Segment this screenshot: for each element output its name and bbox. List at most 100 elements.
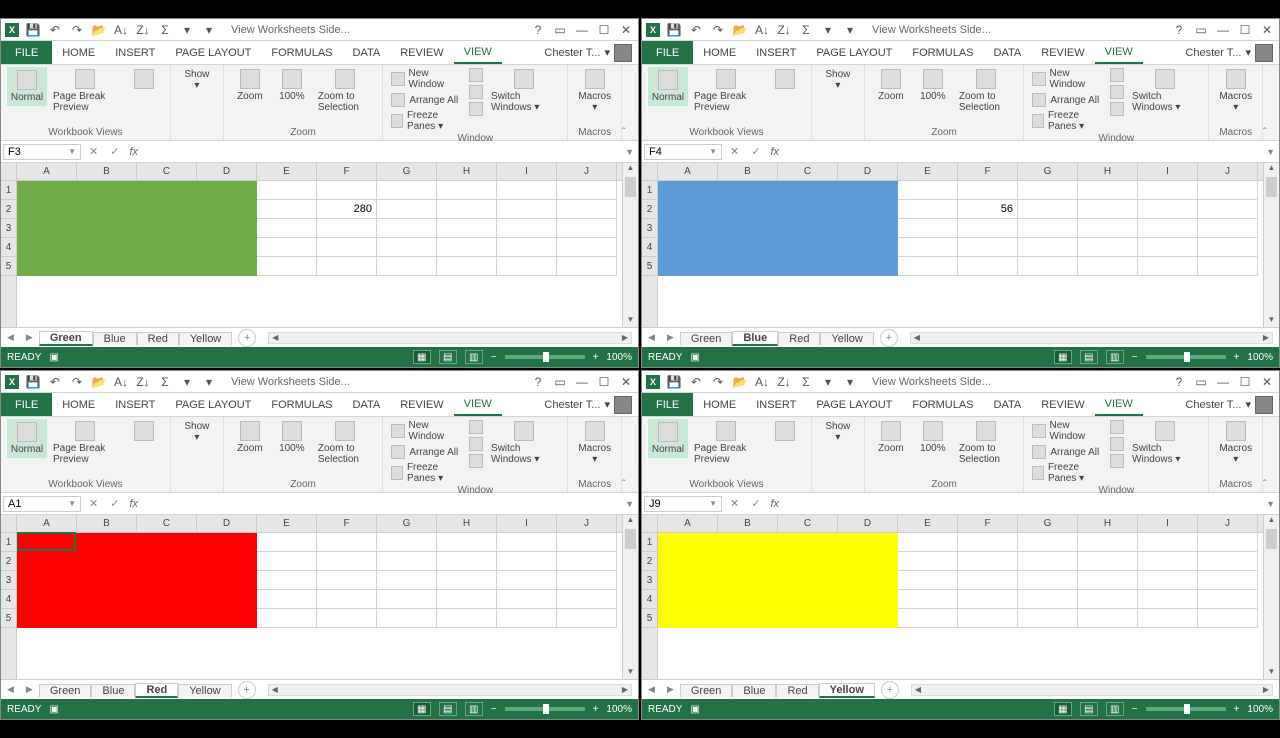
row-header-1[interactable]: 1 bbox=[1, 533, 16, 552]
cell-H2[interactable] bbox=[437, 200, 497, 219]
cancel-icon[interactable] bbox=[724, 145, 745, 158]
col-header-D[interactable]: D bbox=[197, 163, 257, 180]
cell-E1[interactable] bbox=[257, 181, 317, 200]
horizontal-scrollbar[interactable]: ◀ ▶ bbox=[910, 332, 1273, 344]
col-header-A[interactable]: A bbox=[17, 515, 77, 532]
cell-F1[interactable] bbox=[958, 533, 1018, 552]
col-header-B[interactable]: B bbox=[718, 163, 778, 180]
macros-button[interactable]: Macros▾ bbox=[1215, 419, 1256, 467]
scroll-up-icon[interactable]: ▲ bbox=[623, 515, 638, 527]
macros-button[interactable]: Macros▾ bbox=[574, 67, 615, 115]
unhide-button[interactable] bbox=[467, 453, 485, 469]
switch-windows-button[interactable]: Switch Windows ▾ bbox=[1128, 67, 1202, 115]
freeze-panes-button[interactable]: Freeze Panes ▾ bbox=[389, 109, 465, 133]
cell-I2[interactable] bbox=[1138, 200, 1198, 219]
cell-E4[interactable] bbox=[257, 590, 317, 609]
cell-I3[interactable] bbox=[1138, 571, 1198, 590]
col-header-E[interactable]: E bbox=[898, 515, 958, 532]
new-window-button[interactable]: New Window bbox=[389, 419, 465, 443]
row-header-5[interactable]: 5 bbox=[1, 609, 16, 628]
col-header-E[interactable]: E bbox=[898, 163, 958, 180]
ribbon-tab-insert[interactable]: INSERT bbox=[105, 393, 165, 416]
row-header-2[interactable]: 2 bbox=[642, 200, 657, 219]
page-break-preview-button[interactable]: Page Break Preview bbox=[690, 67, 763, 115]
cell-F5[interactable] bbox=[958, 257, 1018, 276]
cell-G2[interactable] bbox=[1018, 200, 1078, 219]
new-sheet-button[interactable]: + bbox=[238, 329, 256, 347]
freeze-panes-button[interactable]: Freeze Panes ▾ bbox=[1030, 461, 1106, 485]
col-header-B[interactable]: B bbox=[718, 515, 778, 532]
hide-button[interactable] bbox=[1108, 84, 1126, 100]
zoom-slider[interactable] bbox=[505, 355, 585, 359]
name-box[interactable]: F4▼ bbox=[644, 144, 722, 160]
sheet-tab-blue[interactable]: Blue bbox=[91, 684, 135, 697]
row-header-3[interactable]: 3 bbox=[1, 219, 16, 238]
page-break-view-icon[interactable]: ▥ bbox=[465, 350, 483, 364]
sheet-tab-yellow[interactable]: Yellow bbox=[819, 683, 875, 698]
cell-I1[interactable] bbox=[497, 181, 557, 200]
normal-view-button[interactable]: Normal bbox=[648, 419, 688, 458]
col-header-J[interactable]: J bbox=[557, 163, 617, 180]
qat-customize-icon[interactable]: ▾ bbox=[842, 22, 858, 38]
cell-F3[interactable] bbox=[317, 219, 377, 238]
sheet-nav-prev-icon[interactable]: ◀ bbox=[642, 332, 661, 343]
macro-record-icon[interactable]: ▣ bbox=[49, 704, 58, 715]
row-header-2[interactable]: 2 bbox=[642, 552, 657, 571]
split-button[interactable] bbox=[1108, 419, 1126, 435]
sort-asc-icon[interactable]: A↓ bbox=[754, 374, 770, 390]
cell-F1[interactable] bbox=[317, 181, 377, 200]
cell-G4[interactable] bbox=[377, 590, 437, 609]
maximize-icon[interactable]: ☐ bbox=[1237, 374, 1253, 390]
close-icon[interactable]: ✕ bbox=[1259, 22, 1275, 38]
ribbon-tab-view[interactable]: VIEW bbox=[454, 393, 502, 416]
cell-H3[interactable] bbox=[1078, 219, 1138, 238]
cell-I3[interactable] bbox=[497, 219, 557, 238]
cell-E5[interactable] bbox=[257, 609, 317, 628]
switch-windows-button[interactable]: Switch Windows ▾ bbox=[487, 67, 561, 115]
col-header-J[interactable]: J bbox=[1198, 515, 1258, 532]
zoom-100-button[interactable]: 100% bbox=[272, 67, 312, 104]
show-button[interactable]: Show▾ bbox=[177, 419, 217, 445]
cell-H5[interactable] bbox=[1078, 609, 1138, 628]
zoom-level[interactable]: 100% bbox=[606, 352, 632, 363]
zoom-level[interactable]: 100% bbox=[1247, 704, 1273, 715]
cell-J5[interactable] bbox=[557, 609, 617, 628]
page-break-preview-button[interactable]: Page Break Preview bbox=[49, 419, 122, 467]
cell-J1[interactable] bbox=[1198, 181, 1258, 200]
hscroll-right-icon[interactable]: ▶ bbox=[1260, 333, 1272, 343]
new-window-button[interactable]: New Window bbox=[1030, 419, 1106, 443]
zoom-out-icon[interactable]: − bbox=[491, 352, 497, 363]
sheet-tab-yellow[interactable]: Yellow bbox=[820, 332, 873, 345]
zoom-in-icon[interactable]: + bbox=[1234, 352, 1240, 363]
scroll-thumb[interactable] bbox=[625, 529, 636, 549]
sheet-tab-red[interactable]: Red bbox=[135, 683, 178, 698]
sheet-nav-next-icon[interactable]: ▶ bbox=[20, 332, 39, 343]
cell-J3[interactable] bbox=[1198, 571, 1258, 590]
ribbon-tab-view[interactable]: VIEW bbox=[1095, 393, 1143, 416]
cell-I2[interactable] bbox=[497, 552, 557, 571]
ribbon-tab-formulas[interactable]: FORMULAS bbox=[902, 393, 983, 416]
zoom-button[interactable]: Zoom bbox=[871, 67, 911, 104]
sort-asc-icon[interactable]: A↓ bbox=[113, 22, 129, 38]
new-sheet-button[interactable]: + bbox=[880, 329, 898, 347]
new-sheet-button[interactable]: + bbox=[881, 681, 899, 699]
col-header-I[interactable]: I bbox=[497, 515, 557, 532]
zoom-level[interactable]: 100% bbox=[1247, 352, 1273, 363]
zoom-to-selection-button[interactable]: Zoom to Selection bbox=[314, 67, 376, 115]
zoom-level[interactable]: 100% bbox=[606, 704, 632, 715]
cell-G5[interactable] bbox=[377, 609, 437, 628]
col-header-E[interactable]: E bbox=[257, 515, 317, 532]
scroll-down-icon[interactable]: ▼ bbox=[1264, 667, 1279, 679]
undo-icon[interactable]: ↶ bbox=[688, 22, 704, 38]
cell-H4[interactable] bbox=[1078, 590, 1138, 609]
filter-icon[interactable]: ▾ bbox=[820, 374, 836, 390]
zoom-in-icon[interactable]: + bbox=[593, 352, 599, 363]
cell-J3[interactable] bbox=[1198, 219, 1258, 238]
fx-icon[interactable]: fx bbox=[125, 146, 142, 158]
col-header-G[interactable]: G bbox=[1018, 515, 1078, 532]
cell-J1[interactable] bbox=[557, 533, 617, 552]
row-header-2[interactable]: 2 bbox=[1, 552, 16, 571]
cell-H4[interactable] bbox=[437, 238, 497, 257]
cell-I3[interactable] bbox=[497, 571, 557, 590]
help-icon[interactable]: ? bbox=[530, 22, 546, 38]
